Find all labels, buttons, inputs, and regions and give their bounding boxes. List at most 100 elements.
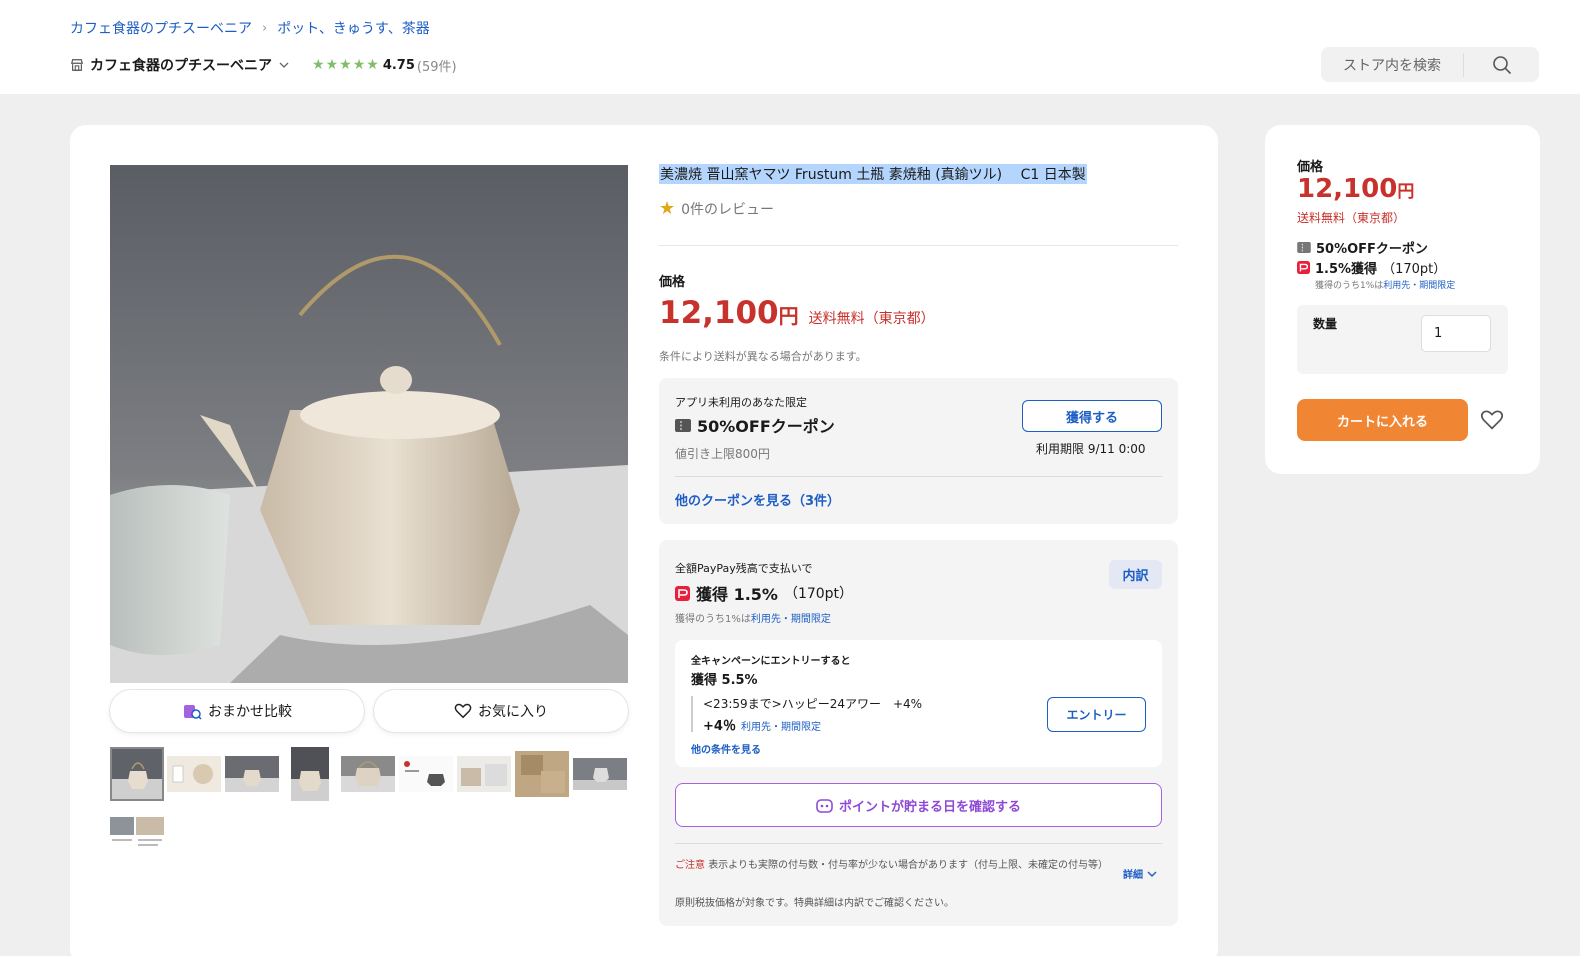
thumbnail[interactable] — [110, 808, 164, 862]
side-note-prefix: 獲得のうち1%は — [1315, 281, 1384, 291]
side-earn-note: 獲得のうち1%は利用先・期間限定 — [1315, 278, 1455, 291]
points-day-label: ポイントが貯まる日を確認する — [838, 799, 1021, 815]
quantity-box: 数量 1 — [1297, 305, 1508, 374]
favorite-label: お気に入り — [478, 704, 548, 720]
coupon-box: アプリ未利用のあなた限定 50%OFFクーポン 値引き上限800円 獲得する 利… — [659, 378, 1178, 524]
purchase-panel: 価格 12,100 円 送料無料（東京都） 50%OFFクーポン 1.5%獲得 … — [1265, 125, 1540, 474]
favorite-button[interactable]: お気に入り — [374, 690, 628, 732]
price-display: 12,100 円 送料無料（東京都） — [659, 295, 935, 331]
search-icon — [1492, 55, 1511, 74]
get-coupon-button[interactable]: 獲得する — [1022, 400, 1162, 432]
thumbnail[interactable] — [167, 747, 221, 801]
thumbnail[interactable] — [341, 747, 395, 801]
side-shipping: 送料無料（東京都） — [1297, 211, 1406, 225]
warning-label: ご注意 — [675, 860, 705, 871]
shipping-note: 条件により送料が異なる場合があります。 — [659, 350, 867, 363]
compare-icon — [184, 705, 202, 720]
thumbnail[interactable] — [225, 747, 279, 801]
breadcrumb-store-link[interactable]: カフェ食器のプチスーベニア — [70, 18, 252, 38]
thumbnail[interactable] — [399, 747, 453, 801]
thumbnail-image — [341, 756, 395, 792]
store-icon — [71, 59, 83, 71]
coupon-icon — [675, 418, 691, 432]
side-price-amount: 12,100 — [1297, 174, 1398, 204]
thumbnail[interactable] — [515, 747, 569, 801]
paypay-condition: 全額PayPay残高で支払いで — [675, 562, 813, 575]
coupon-limited: アプリ未利用のあなた限定 — [675, 396, 807, 409]
store-rating: 4.75 — [382, 57, 415, 73]
more-coupons-link[interactable]: 他のクーポンを見る（3件） — [675, 490, 840, 509]
thumbnail-image — [291, 747, 329, 801]
search-button[interactable] — [1464, 47, 1539, 82]
campaign-title: 全キャンペーンにエントリーすると — [691, 656, 851, 667]
side-earn: 1.5%獲得 （170pt） — [1297, 258, 1446, 277]
thumbnail-image — [457, 756, 511, 792]
favorite-heart-button[interactable] — [1477, 405, 1507, 435]
paypay-icon — [675, 585, 690, 601]
thumbnail-image — [110, 817, 164, 853]
price-amount: 12,100 — [659, 295, 779, 331]
entry-button[interactable]: エントリー — [1047, 697, 1146, 732]
points-day-button[interactable]: ポイントが貯まる日を確認する — [675, 783, 1162, 827]
heart-icon — [454, 703, 472, 719]
paypay-earn: 獲得 1.5% （170pt） — [675, 581, 853, 605]
campaign-earn: 獲得 5.5% — [691, 673, 758, 688]
product-title: 美濃焼 晋山窯ヤマツ Frustum 土瓶 素焼釉 (真鍮ツル) C1 日本製 — [659, 164, 1087, 184]
chevron-down-icon — [1147, 871, 1157, 877]
breadcrumb-separator: › — [262, 20, 268, 36]
campaign-card: 全キャンペーンにエントリーすると 獲得 5.5% <23:59まで>ハッピー24… — [675, 640, 1162, 767]
star-icon: ★ — [312, 57, 325, 73]
robot-icon — [816, 798, 833, 813]
compare-button[interactable]: おまかせ比較 — [110, 690, 364, 732]
star-icon: ★ — [325, 57, 339, 73]
side-price: 12,100 円 — [1297, 174, 1414, 204]
points-warning: ご注意 表示よりも実際の付与数・付与率が少ない場合があります（付与上限、未確定の… — [675, 859, 1115, 873]
tax-note: 原則税抜価格が対象です。特典詳細は内訳でご確認ください。 — [675, 898, 954, 909]
store-search: ストア内を検索 — [1321, 47, 1539, 82]
side-price-label: 価格 — [1297, 160, 1324, 175]
campaign-bonus: +4％ 利用先・期間限定 — [703, 715, 821, 734]
thumbnail[interactable] — [283, 747, 337, 801]
rating-stars: ★ ★ ★ ★ ★ — [312, 57, 379, 73]
store-name[interactable]: カフェ食器のプチスーベニア — [90, 55, 272, 75]
star-icon: ★ — [339, 57, 352, 73]
search-input[interactable]: ストア内を検索 — [1321, 55, 1463, 75]
add-to-cart-button[interactable]: カートに入れる — [1297, 399, 1468, 441]
star-icon: ★ — [366, 57, 379, 73]
quantity-input[interactable]: 1 — [1421, 315, 1491, 352]
divider — [675, 476, 1162, 477]
thumbnail-image — [573, 758, 627, 790]
side-price-currency: 円 — [1397, 182, 1415, 202]
coupon-max-discount: 値引き上限800円 — [675, 447, 770, 461]
coupon-title-text: 50%OFFクーポン — [697, 417, 835, 436]
thumbnail[interactable] — [573, 747, 627, 801]
price-currency: 円 — [778, 304, 799, 328]
breakdown-button[interactable]: 内訳 — [1109, 560, 1162, 589]
product-reviews[interactable]: ★ 0件のレビュー — [659, 198, 774, 219]
compare-label: おまかせ比較 — [208, 704, 292, 720]
product-main-image[interactable] — [110, 165, 628, 683]
heart-icon — [1480, 410, 1504, 430]
divider — [659, 245, 1178, 246]
details-label: 詳細 — [1123, 870, 1143, 881]
thumbnail-image — [225, 756, 279, 792]
side-coupon: 50%OFFクーポン — [1297, 238, 1428, 257]
thumbnail-image — [399, 756, 453, 792]
warning-text: 表示よりも実際の付与数・付与率が少ない場合があります（付与上限、未確定の付与等） — [708, 860, 1108, 871]
paypay-note-link[interactable]: 利用先・期間限定 — [751, 614, 831, 625]
thumbnail[interactable] — [110, 747, 164, 801]
quantity-label: 数量 — [1313, 317, 1338, 331]
side-note-link[interactable]: 利用先・期間限定 — [1383, 281, 1455, 291]
divider — [675, 843, 1162, 844]
thumbnail[interactable] — [457, 747, 511, 801]
chevron-down-icon[interactable] — [278, 59, 290, 71]
breadcrumb-category-link[interactable]: ポット、きゅうす、茶器 — [277, 18, 430, 38]
coupon-icon — [1297, 242, 1311, 253]
product-card: おまかせ比較 お気に入り 美濃焼 晋山窯ヤマツ Frustum 土瓶 素焼釉 (… — [70, 125, 1218, 956]
details-toggle[interactable]: 詳細 — [1123, 866, 1157, 881]
store-review-count[interactable]: (59件) — [417, 56, 457, 75]
side-earn-points: （170pt） — [1382, 262, 1447, 277]
campaign-item: <23:59まで>ハッピー24アワー +4% — [703, 697, 923, 711]
other-conditions-link[interactable]: 他の条件を見る — [691, 741, 761, 756]
campaign-link[interactable]: 利用先・期間限定 — [741, 718, 821, 733]
